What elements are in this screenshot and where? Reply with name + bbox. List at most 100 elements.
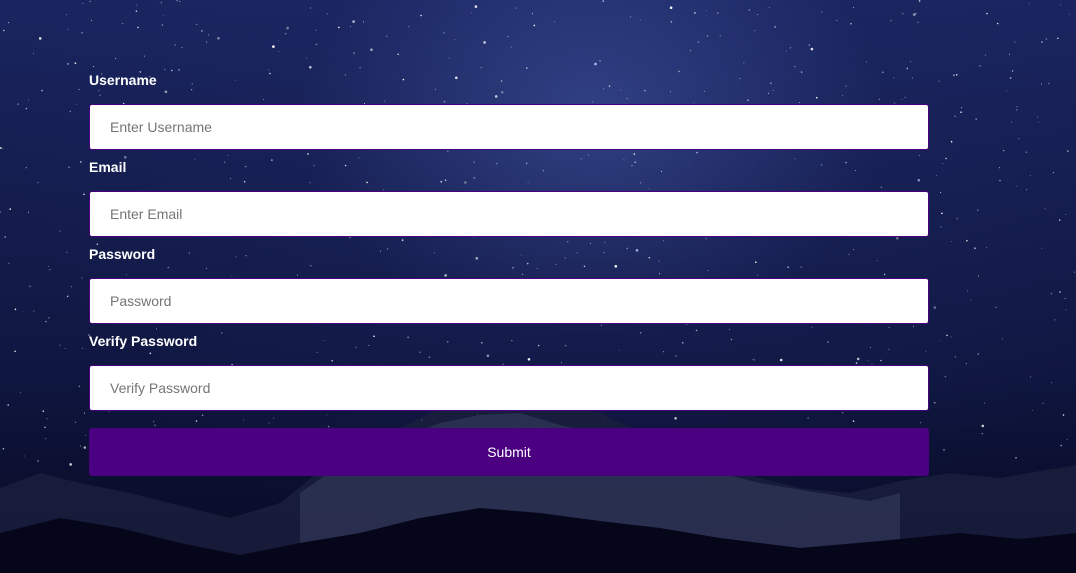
star: [420, 14, 422, 17]
star: [277, 39, 279, 41]
star: [28, 99, 29, 101]
star: [25, 167, 27, 169]
star: [902, 13, 904, 15]
star: [748, 9, 751, 11]
username-input[interactable]: [89, 104, 929, 150]
star: [201, 30, 203, 32]
star: [996, 22, 999, 25]
star: [1018, 138, 1020, 140]
star: [941, 212, 943, 215]
star: [89, 0, 91, 2]
star: [408, 26, 410, 28]
star: [940, 192, 942, 193]
star: [1009, 77, 1012, 79]
star: [1014, 41, 1016, 43]
star: [286, 26, 289, 30]
star: [68, 166, 70, 168]
star: [474, 5, 478, 8]
star: [694, 12, 696, 14]
star: [950, 241, 952, 242]
star: [1009, 53, 1011, 55]
star: [38, 37, 42, 40]
star: [29, 285, 31, 288]
star: [174, 44, 176, 46]
star: [268, 69, 270, 71]
star: [1038, 121, 1040, 123]
star: [978, 275, 979, 277]
star: [4, 236, 6, 238]
star: [935, 174, 937, 176]
star: [81, 277, 83, 279]
star: [669, 6, 673, 9]
star: [716, 12, 719, 14]
star: [8, 22, 10, 24]
star: [630, 16, 631, 18]
star: [1016, 109, 1018, 111]
star: [45, 320, 47, 323]
star: [995, 306, 997, 308]
star: [945, 157, 947, 160]
submit-button[interactable]: Submit: [89, 428, 929, 476]
star: [1054, 319, 1056, 321]
star: [397, 53, 400, 56]
star: [912, 13, 916, 16]
star: [67, 28, 69, 30]
password-input[interactable]: [89, 278, 929, 324]
star: [1064, 298, 1066, 299]
star: [1045, 38, 1048, 40]
email-input[interactable]: [89, 191, 929, 237]
star: [977, 209, 979, 211]
star: [670, 21, 673, 23]
star: [82, 2, 84, 4]
star: [910, 61, 912, 63]
star: [974, 247, 976, 249]
verify-password-input[interactable]: [89, 365, 929, 411]
star: [59, 230, 61, 232]
star: [938, 80, 940, 82]
star: [181, 46, 183, 49]
star: [533, 24, 536, 27]
star: [1067, 150, 1069, 152]
star: [115, 58, 117, 60]
star: [1016, 106, 1018, 108]
star: [785, 50, 787, 52]
star: [25, 107, 28, 110]
star: [1050, 293, 1052, 295]
star: [163, 68, 166, 71]
star: [1011, 121, 1013, 123]
star: [890, 20, 892, 22]
star: [483, 41, 486, 44]
star: [359, 66, 361, 69]
star: [1073, 271, 1075, 273]
star: [690, 49, 692, 51]
star: [66, 295, 69, 298]
star: [757, 14, 758, 15]
star: [808, 44, 811, 46]
star: [0, 147, 2, 149]
star: [1069, 13, 1071, 15]
star: [507, 36, 509, 37]
star: [70, 286, 72, 288]
star: [999, 167, 1000, 169]
star: [69, 110, 72, 113]
star: [1041, 247, 1043, 249]
star: [984, 54, 986, 56]
star: [8, 262, 10, 264]
star: [41, 89, 43, 92]
star: [917, 21, 919, 23]
star: [602, 0, 604, 2]
star: [960, 111, 962, 113]
star: [866, 61, 867, 63]
star: [78, 89, 80, 90]
star: [942, 163, 944, 165]
star: [950, 140, 953, 143]
star: [179, 0, 181, 2]
star: [66, 251, 68, 253]
star: [49, 269, 51, 271]
star: [743, 62, 745, 64]
star: [1016, 185, 1018, 187]
star: [719, 35, 721, 37]
star: [1006, 90, 1008, 92]
star: [906, 67, 909, 70]
star: [81, 32, 83, 34]
